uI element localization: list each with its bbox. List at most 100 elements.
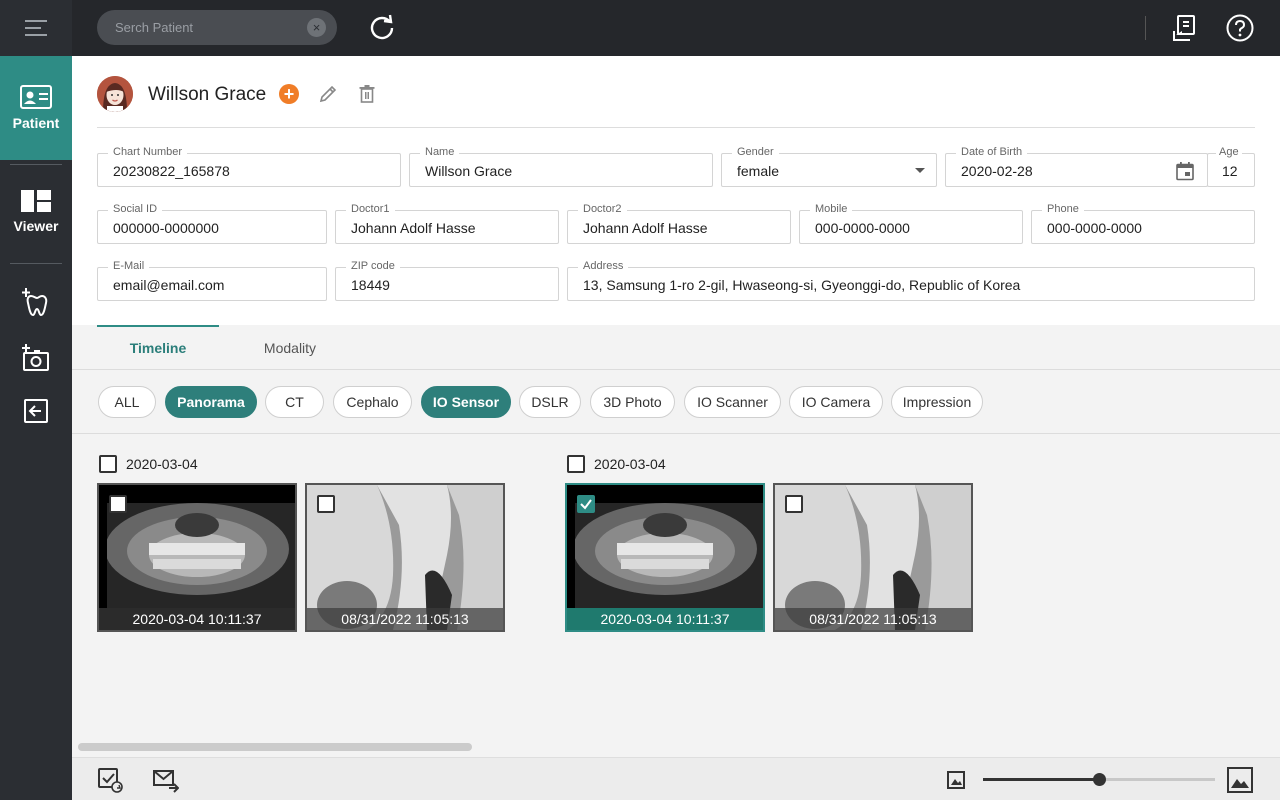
add-image-button[interactable]	[18, 285, 54, 321]
group-date-label: 2020-03-04	[594, 456, 666, 472]
field-label: Gender	[732, 145, 779, 159]
field-label: Doctor2	[578, 202, 627, 216]
field-label: Phone	[1042, 202, 1084, 216]
field-label: Name	[420, 145, 460, 159]
field-label: Doctor1	[346, 202, 395, 216]
filter-chip-impression[interactable]: Impression	[891, 386, 983, 418]
filter-chip-cephalo[interactable]: Cephalo	[333, 386, 412, 418]
filter-chip-panorama[interactable]: Panorama	[165, 386, 257, 418]
chart-number-field[interactable]: Chart Number 20230822_165878	[97, 145, 401, 187]
doctor2-field[interactable]: Doctor2 Johann Adolf Hasse	[567, 202, 791, 244]
timeline-area: 2020-03-04 2020-03-04 10:11:37 08/31/202…	[72, 435, 1280, 755]
filter-chip-ct[interactable]: CT	[265, 386, 324, 418]
filter-chip-3d-photo[interactable]: 3D Photo	[590, 386, 675, 418]
sidebar-item-label: Viewer	[13, 218, 59, 234]
field-value: 000-0000-0000	[815, 220, 910, 236]
trash-icon[interactable]	[357, 84, 377, 104]
field-value: female	[737, 163, 780, 179]
help-icon[interactable]	[1225, 13, 1255, 43]
zoom-slider-thumb[interactable]	[1092, 773, 1106, 786]
tab-bar: Timeline Modality	[72, 325, 1280, 370]
field-value: 18449	[351, 277, 390, 293]
field-value: 000-0000-0000	[1047, 220, 1142, 236]
patient-info-panel: Willson Grace + Chart Number 20230822_16…	[72, 56, 1280, 325]
horizontal-scrollbar[interactable]	[78, 743, 472, 751]
image-thumbnail-panorama[interactable]: 2020-03-04 10:11:37	[97, 483, 297, 632]
layout-grid-icon	[21, 190, 51, 212]
send-mail-icon[interactable]	[153, 767, 179, 793]
image-checkbox-checked[interactable]	[577, 495, 595, 513]
field-label: ZIP code	[346, 259, 400, 273]
field-label: Age	[1216, 145, 1242, 159]
zoom-slider[interactable]	[983, 773, 1215, 786]
image-checkbox[interactable]	[317, 495, 335, 513]
field-label: Date of Birth	[956, 145, 1028, 159]
field-value: email@email.com	[113, 277, 225, 293]
tooth-add-icon	[22, 288, 48, 317]
gender-select[interactable]: Gender female	[721, 145, 937, 187]
add-patient-button[interactable]: +	[279, 84, 299, 104]
field-value: 12	[1222, 163, 1238, 179]
sidebar-item-viewer[interactable]: Viewer	[0, 172, 72, 252]
edit-pencil-icon[interactable]	[318, 84, 338, 104]
image-checkbox[interactable]	[109, 495, 127, 513]
filter-chip-io-sensor[interactable]: IO Sensor	[421, 386, 511, 418]
sidebar-divider	[10, 164, 62, 165]
sidebar-item-label: Patient	[12, 115, 60, 131]
name-field[interactable]: Name Willson Grace	[409, 145, 713, 187]
select-refresh-icon[interactable]	[98, 767, 124, 793]
top-bar: ×	[72, 0, 1280, 56]
checkmark-icon	[580, 499, 592, 510]
group-checkbox[interactable]	[99, 455, 117, 473]
refresh-icon[interactable]	[368, 14, 396, 42]
phone-field[interactable]: Phone 000-0000-0000	[1031, 202, 1255, 244]
field-label: E-Mail	[108, 259, 150, 273]
export-report-icon[interactable]	[1170, 13, 1200, 43]
image-thumbnail-io-sensor[interactable]: 08/31/2022 11:05:13	[305, 483, 505, 632]
hamburger-icon	[25, 20, 47, 36]
menu-button[interactable]	[0, 0, 72, 56]
zip-code-field[interactable]: ZIP code 18449	[335, 259, 559, 301]
image-timestamp: 2020-03-04 10:11:37	[567, 608, 763, 630]
tab-timeline[interactable]: Timeline	[97, 325, 219, 370]
field-label: Address	[578, 259, 629, 273]
modality-filter-bar: ALL Panorama CT Cephalo IO Sensor DSLR 3…	[72, 370, 1280, 434]
header-divider	[97, 127, 1255, 128]
search-input[interactable]	[115, 10, 295, 45]
clear-search-icon[interactable]: ×	[307, 18, 326, 37]
doctor1-field[interactable]: Doctor1 Johann Adolf Hasse	[335, 202, 559, 244]
tab-modality[interactable]: Modality	[229, 325, 351, 370]
age-field[interactable]: Age 12	[1207, 145, 1255, 187]
calendar-icon[interactable]	[1175, 161, 1195, 181]
image-timestamp: 08/31/2022 11:05:13	[307, 608, 503, 630]
image-thumbnail-io-sensor[interactable]: 08/31/2022 11:05:13	[773, 483, 973, 632]
filter-chip-io-scanner[interactable]: IO Scanner	[684, 386, 781, 418]
address-field[interactable]: Address 13, Samsung 1-ro 2-gil, Hwaseong…	[567, 259, 1255, 301]
dropdown-caret-icon	[915, 168, 925, 173]
import-button[interactable]	[18, 393, 54, 429]
sidebar-item-patient[interactable]: Patient	[0, 56, 72, 160]
image-large-icon[interactable]	[1227, 767, 1253, 793]
filter-chip-dslr[interactable]: DSLR	[519, 386, 581, 418]
filter-chip-all[interactable]: ALL	[98, 386, 156, 418]
image-timestamp: 08/31/2022 11:05:13	[775, 608, 971, 630]
camera-add-icon	[22, 344, 49, 371]
capture-button[interactable]	[18, 340, 54, 376]
image-small-icon[interactable]	[946, 770, 966, 790]
import-icon	[24, 399, 48, 423]
field-value: 13, Samsung 1-ro 2-gil, Hwaseong-si, Gye…	[583, 277, 1021, 293]
group-checkbox[interactable]	[567, 455, 585, 473]
filter-chip-io-camera[interactable]: IO Camera	[789, 386, 883, 418]
image-thumbnail-panorama-selected[interactable]: 2020-03-04 10:11:37	[565, 483, 765, 632]
mobile-field[interactable]: Mobile 000-0000-0000	[799, 202, 1023, 244]
bottom-toolbar	[72, 757, 1280, 800]
image-checkbox[interactable]	[785, 495, 803, 513]
sidebar-divider	[10, 263, 62, 264]
field-value: 2020-02-28	[961, 163, 1033, 179]
date-of-birth-field[interactable]: Date of Birth 2020-02-28	[945, 145, 1208, 187]
avatar	[97, 76, 133, 112]
social-id-field[interactable]: Social ID 000000-0000000	[97, 202, 327, 244]
email-field[interactable]: E-Mail email@email.com	[97, 259, 327, 301]
search-box: ×	[97, 10, 337, 45]
id-card-icon	[20, 85, 52, 109]
